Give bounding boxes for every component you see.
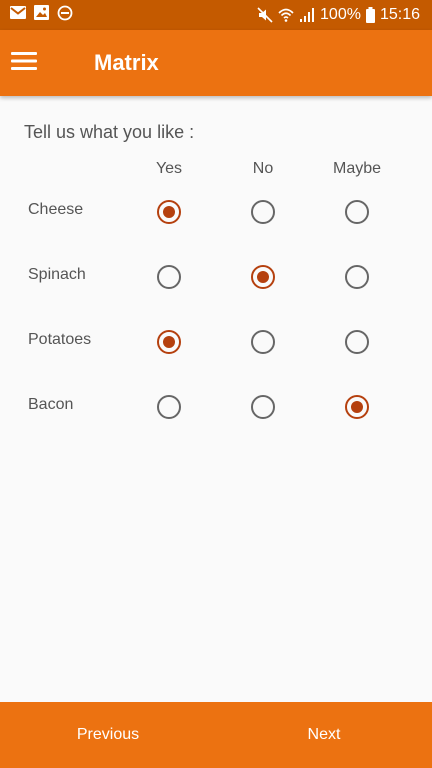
page-title: Matrix (94, 50, 159, 75)
menu-button[interactable] (6, 46, 42, 80)
previous-button[interactable]: Previous (28, 702, 188, 768)
radio-dot (257, 271, 269, 283)
radio-potatoes-maybe[interactable] (345, 330, 369, 354)
radio-bacon-yes[interactable] (157, 395, 181, 419)
radio-potatoes-no[interactable] (251, 330, 275, 354)
bottom-navigation: Previous Next (0, 702, 432, 768)
status-time: 15:16 (379, 6, 420, 23)
do-not-disturb-icon (57, 5, 73, 26)
status-bar: 100% 15:16 (0, 0, 432, 30)
radio-bacon-no[interactable] (251, 395, 275, 419)
mute-icon (257, 7, 273, 23)
radio-cheese-yes[interactable] (157, 200, 181, 224)
column-header-maybe: Maybe (332, 160, 382, 177)
row-label-spinach: Spinach (28, 266, 86, 283)
question-text: Tell us what you like : (24, 122, 195, 142)
radio-dot (351, 401, 363, 413)
radio-dot (163, 336, 175, 348)
radio-spinach-maybe[interactable] (345, 265, 369, 289)
column-header-yes: Yes (155, 160, 183, 177)
radio-spinach-no[interactable] (251, 265, 275, 289)
signal-icon (299, 7, 315, 23)
row-label-bacon: Bacon (28, 396, 74, 413)
radio-potatoes-yes[interactable] (157, 330, 181, 354)
gmail-icon (10, 6, 26, 24)
radio-bacon-maybe[interactable] (345, 395, 369, 419)
gallery-icon (34, 5, 49, 25)
radio-spinach-yes[interactable] (157, 265, 181, 289)
radio-dot (163, 206, 175, 218)
battery-icon (365, 7, 375, 23)
next-button[interactable]: Next (244, 702, 404, 768)
battery-level: 100% (320, 6, 361, 23)
row-label-cheese: Cheese (28, 201, 84, 218)
hamburger-menu-icon (11, 51, 37, 76)
radio-cheese-no[interactable] (251, 200, 275, 224)
column-header-no: No (252, 160, 274, 177)
status-left-icons (10, 5, 73, 26)
radio-cheese-maybe[interactable] (345, 200, 369, 224)
wifi-icon (278, 7, 294, 23)
row-label-potatoes: Potatoes (28, 331, 92, 348)
app-bar: Matrix (0, 30, 432, 96)
status-right-icons: 100% 15:16 (257, 5, 420, 25)
